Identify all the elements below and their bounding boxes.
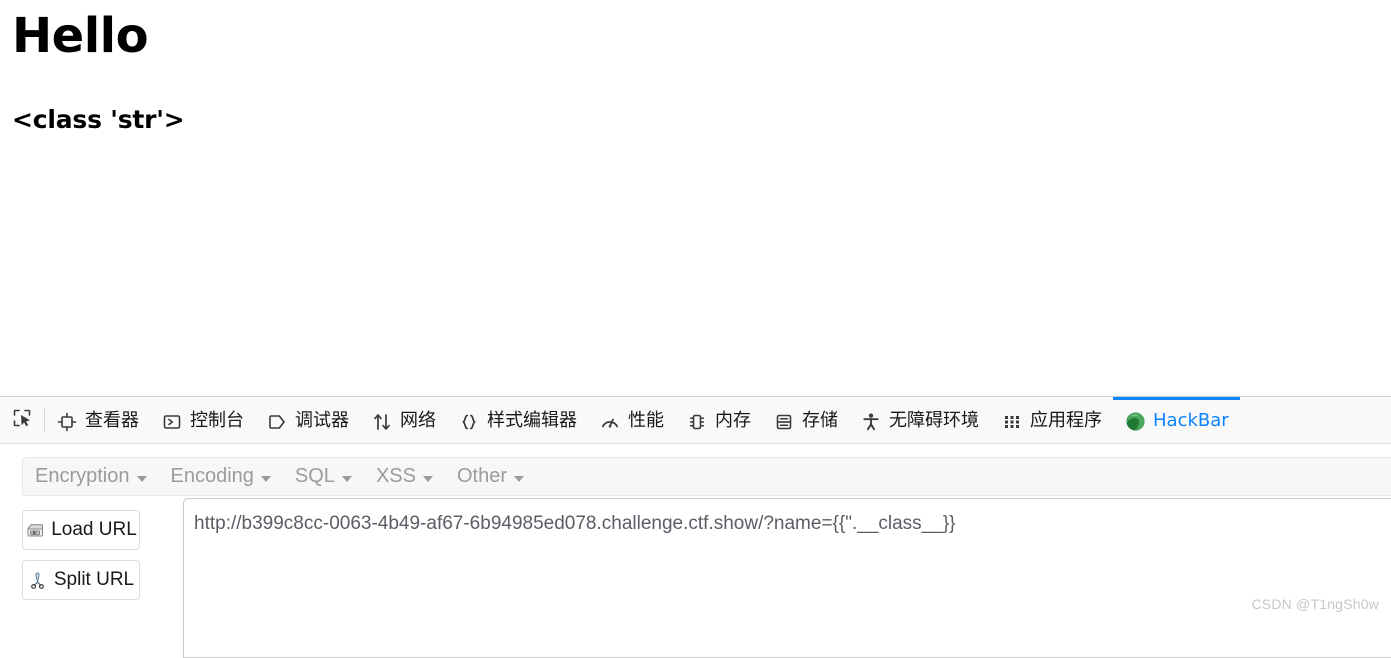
- devtools-tab-accessibility[interactable]: 无障碍环境: [849, 397, 990, 443]
- devtools-tab-storage[interactable]: 存储: [762, 397, 849, 443]
- devtools-tab-application[interactable]: 应用程序: [990, 397, 1113, 443]
- developer-tools-panel: 查看器 控制台 调试器 网络 样式编辑器 性能 内存 存储 无障碍环境 应用程序…: [0, 396, 1391, 658]
- rendered-page-content: Hello <class 'str'>: [0, 0, 1391, 396]
- split-url-button[interactable]: Split URL: [22, 560, 140, 600]
- load-url-button-label: Load URL: [51, 519, 137, 540]
- inspector-icon: [56, 411, 78, 433]
- devtools-tab-label: 无障碍环境: [889, 409, 979, 431]
- devtools-tab-label: 样式编辑器: [487, 409, 577, 431]
- debugger-icon: [266, 411, 288, 433]
- hackbar-menu-sql[interactable]: SQL: [283, 458, 364, 495]
- hackbar-menu-label: SQL: [294, 465, 335, 487]
- chevron-down-icon: [341, 475, 352, 482]
- application-icon: [1001, 411, 1023, 433]
- devtools-tab-label: 存储: [802, 409, 838, 431]
- devtools-tab-label: 控制台: [190, 409, 244, 431]
- devtools-tab-label: 内存: [715, 409, 751, 431]
- drive-load-icon: [25, 520, 45, 540]
- accessibility-icon: [860, 411, 882, 433]
- page-subtitle: <class 'str'>: [12, 105, 185, 134]
- console-icon: [161, 411, 183, 433]
- hackbar-menu-bar: Encryption Encoding SQL XSS Other: [22, 457, 1391, 496]
- devtools-tab-bar: 查看器 控制台 调试器 网络 样式编辑器 性能 内存 存储 无障碍环境 应用程序…: [0, 397, 1391, 444]
- hackbar-body: Load URL Split URL http://b399c8cc-0063-…: [0, 498, 1391, 658]
- hackbar-menu-label: Encoding: [170, 465, 254, 487]
- hackbar-panel: Encryption Encoding SQL XSS Other Load U…: [0, 444, 1391, 658]
- devtools-tab-performance[interactable]: 性能: [588, 397, 675, 443]
- load-url-button[interactable]: Load URL: [22, 510, 140, 550]
- element-picker-icon: [11, 407, 33, 434]
- split-url-button-label: Split URL: [53, 569, 135, 590]
- hackbar-icon: [1124, 411, 1146, 433]
- devtools-tab-debugger[interactable]: 调试器: [255, 397, 360, 443]
- hackbar-menu-encryption[interactable]: Encryption: [23, 458, 159, 495]
- hackbar-menu-xss[interactable]: XSS: [364, 458, 445, 495]
- devtools-tab-style-editor[interactable]: 样式编辑器: [447, 397, 588, 443]
- url-input[interactable]: http://b399c8cc-0063-4b49-af67-6b94985ed…: [183, 498, 1391, 658]
- devtools-tab-label: 应用程序: [1030, 409, 1102, 431]
- hackbar-menu-label: Other: [456, 465, 507, 487]
- devtools-tab-inspector[interactable]: 查看器: [45, 397, 150, 443]
- storage-icon: [773, 411, 795, 433]
- chevron-down-icon: [422, 475, 433, 482]
- devtools-tab-label: HackBar: [1153, 409, 1229, 431]
- hackbar-menu-other[interactable]: Other: [445, 458, 536, 495]
- hackbar-menu-label: Encryption: [35, 465, 130, 487]
- chevron-down-icon: [514, 475, 524, 482]
- chevron-down-icon: [260, 475, 271, 482]
- hackbar-menu-label: XSS: [375, 465, 416, 487]
- chevron-down-icon: [136, 475, 147, 482]
- devtools-tab-memory[interactable]: 内存: [675, 397, 762, 443]
- devtools-tab-label: 调试器: [295, 409, 349, 431]
- hackbar-menu-encoding[interactable]: Encoding: [159, 458, 283, 495]
- devtools-tab-console[interactable]: 控制台: [150, 397, 255, 443]
- scissors-icon: [28, 570, 48, 590]
- devtools-tab-label: 网络: [400, 409, 436, 431]
- network-icon: [371, 411, 393, 433]
- performance-icon: [599, 411, 621, 433]
- devtools-tab-label: 性能: [628, 409, 664, 431]
- memory-icon: [686, 411, 708, 433]
- page-title: Hello: [12, 8, 149, 64]
- style-editor-icon: [458, 411, 480, 433]
- devtools-tab-hackbar[interactable]: HackBar: [1113, 397, 1240, 443]
- devtools-tab-network[interactable]: 网络: [360, 397, 447, 443]
- devtools-tab-label: 查看器: [85, 409, 139, 431]
- element-picker-button[interactable]: [0, 397, 44, 443]
